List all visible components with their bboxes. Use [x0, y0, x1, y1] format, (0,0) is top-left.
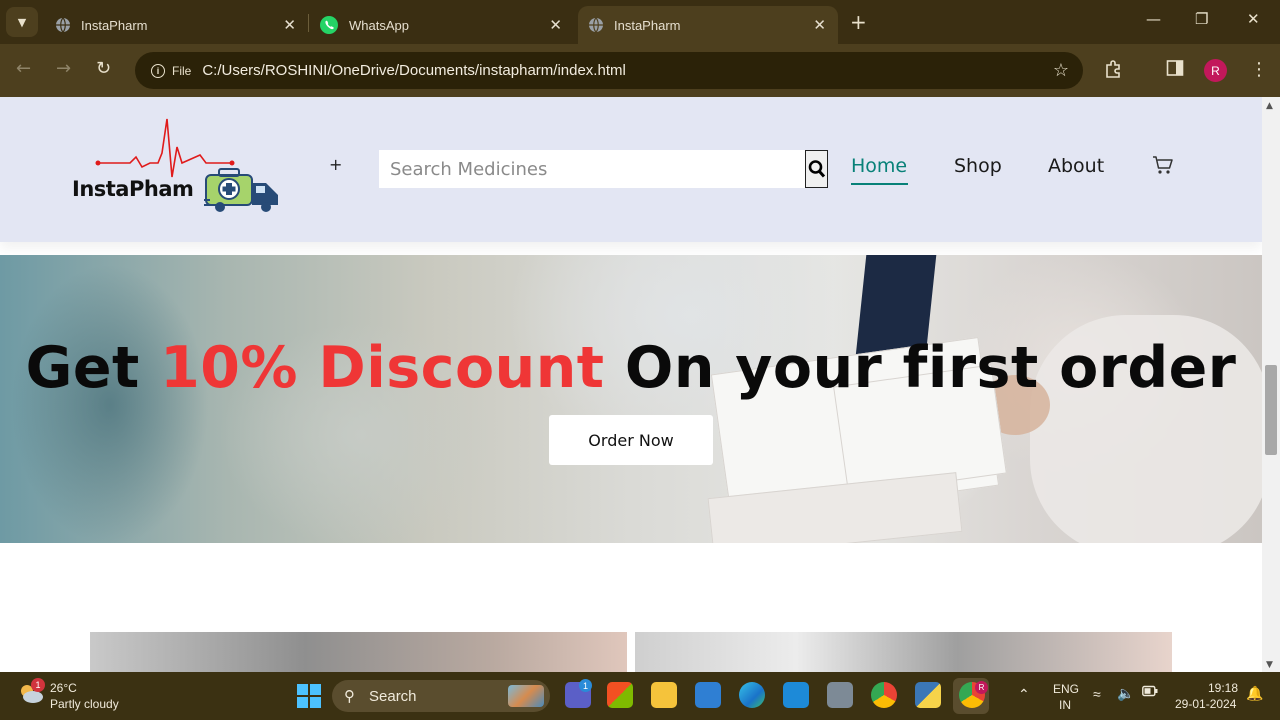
more-menu-icon[interactable]: ⋮ [1250, 59, 1268, 80]
search-medicines-input[interactable] [379, 150, 806, 188]
minimize-icon[interactable]: — [1146, 10, 1161, 28]
tab-title: WhatsApp [349, 17, 409, 33]
search-highlight-image [508, 685, 544, 707]
clock-time[interactable]: 19:18 [1208, 681, 1238, 695]
browser-toolbar: ← → ↻ i File C:/Users/ROSHINI/OneDrive/D… [0, 44, 1280, 97]
nav-active-underline [851, 183, 908, 185]
tab-title: InstaPharm [614, 17, 681, 33]
microsoft-store-icon[interactable] [607, 682, 633, 708]
taskbar-search-label: Search [369, 688, 417, 705]
windows-start-icon[interactable] [297, 684, 321, 708]
tab-whatsapp[interactable]: WhatsApp ✕ [312, 6, 574, 44]
whatsapp-icon [319, 15, 339, 35]
language-region[interactable]: IN [1059, 698, 1071, 712]
hero-headline: Get 10% Discount On your first order [0, 335, 1262, 401]
page-scrollbar[interactable]: ▲ ▼ [1262, 97, 1280, 672]
search-button[interactable] [805, 150, 828, 188]
tab-search-button[interactable]: ▼ [6, 7, 38, 37]
forward-arrow-icon[interactable]: → [56, 58, 71, 79]
nav-shop[interactable]: Shop [954, 155, 1002, 177]
notepad-icon[interactable] [695, 682, 721, 708]
extensions-puzzle-icon[interactable] [1104, 59, 1124, 84]
teams-badge: 1 [579, 679, 592, 692]
heartbeat-logo-graphic [95, 118, 278, 212]
discount-hero-banner: Get 10% Discount On your first order Ord… [0, 255, 1262, 543]
tab-instapharm-active[interactable]: InstaPharm ✕ [578, 6, 838, 44]
edge-browser-icon[interactable] [739, 682, 765, 708]
nav-home[interactable]: Home [851, 155, 907, 177]
windows-taskbar: 1 26°C Partly cloudy ⚲ Search 1 R ⌃ ENG … [0, 672, 1280, 720]
order-now-button[interactable]: Order Now [549, 415, 713, 465]
nav-about[interactable]: About [1048, 155, 1104, 177]
cart-icon[interactable] [1152, 155, 1174, 179]
info-icon: i [151, 63, 165, 78]
browser-titlebar: ▼ InstaPharm ✕ WhatsApp ✕ InstaPharm ✕ +… [0, 0, 1280, 44]
tab-divider [308, 14, 309, 32]
tab-instapharm-1[interactable]: InstaPharm ✕ [48, 6, 308, 44]
tab-title: InstaPharm [81, 17, 148, 33]
address-bar[interactable]: i File C:/Users/ROSHINI/OneDrive/Documen… [135, 52, 1083, 89]
restore-icon[interactable]: ❐ [1195, 10, 1208, 28]
battery-icon[interactable] [1142, 685, 1158, 700]
globe-icon [55, 17, 71, 33]
profile-avatar[interactable]: R [1204, 59, 1227, 82]
url-text[interactable]: C:/Users/ROSHINI/OneDrive/Documents/inst… [202, 62, 625, 79]
notification-bell-icon[interactable]: 🔔 [1246, 685, 1263, 702]
close-window-icon[interactable]: ✕ [1247, 10, 1260, 28]
volume-icon[interactable]: 🔈 [1117, 685, 1134, 702]
side-panel-icon[interactable] [1166, 59, 1184, 82]
feature-card-image[interactable] [90, 632, 627, 672]
close-tab-icon[interactable]: ✕ [549, 16, 562, 34]
site-info-chip[interactable]: i File [145, 58, 200, 84]
bookmark-star-icon[interactable]: ☆ [1053, 60, 1069, 81]
chrome-profile-badge: R [975, 681, 988, 694]
weather-temperature[interactable]: 26°C [50, 681, 77, 695]
language-code[interactable]: ENG [1053, 682, 1079, 696]
new-tab-plus-icon[interactable]: + [850, 10, 867, 34]
page-viewport: InstaPham + Home Shop About Get 10% Disc… [0, 97, 1262, 672]
file-explorer-icon[interactable] [651, 682, 677, 708]
close-tab-icon[interactable]: ✕ [283, 16, 296, 34]
chrome-icon[interactable] [871, 682, 897, 708]
hero-headline-part: On your first order [604, 335, 1237, 401]
clock-date[interactable]: 29-01-2024 [1175, 697, 1236, 711]
scroll-down-arrow-icon[interactable]: ▼ [1266, 660, 1273, 670]
weather-description[interactable]: Partly cloudy [50, 697, 119, 711]
hero-headline-part: Get [25, 335, 161, 401]
feature-card-image[interactable] [635, 632, 1172, 672]
feature-cards-row [0, 632, 1262, 672]
instapharm-logo[interactable]: InstaPham [70, 117, 282, 217]
reload-icon[interactable]: ↻ [96, 58, 111, 79]
logo-text: InstaPham [72, 177, 194, 201]
site-header: InstaPham + Home Shop About [0, 97, 1262, 242]
python-icon[interactable] [915, 682, 941, 708]
back-arrow-icon[interactable]: ← [16, 58, 31, 79]
tray-overflow-chevron-icon[interactable]: ⌃ [1018, 686, 1030, 703]
search-icon: ⚲ [344, 687, 355, 705]
wifi-icon[interactable]: ≈ [1093, 686, 1101, 702]
close-tab-icon[interactable]: ✕ [813, 16, 826, 34]
calculator-icon[interactable] [827, 682, 853, 708]
weather-badge: 1 [31, 678, 45, 692]
scrollbar-thumb[interactable] [1265, 365, 1277, 455]
taskbar-search-box[interactable]: ⚲ Search [332, 680, 550, 712]
vscode-icon[interactable] [783, 682, 809, 708]
menu-toggle-plus[interactable]: + [329, 155, 342, 174]
site-info-label: File [172, 63, 192, 78]
scroll-up-arrow-icon[interactable]: ▲ [1266, 101, 1273, 111]
globe-icon [588, 17, 604, 33]
search-icon [808, 160, 825, 178]
hero-discount-highlight: 10% Discount [160, 335, 605, 401]
